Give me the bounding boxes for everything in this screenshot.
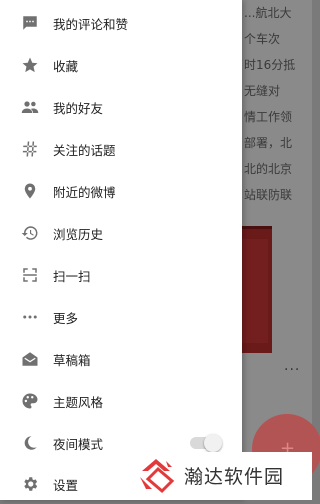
hashtag-icon	[20, 139, 40, 159]
night-mode-icon	[20, 433, 40, 453]
palette-icon	[20, 391, 40, 411]
drawer-item-label: 浏览历史	[53, 226, 104, 242]
watermark-logo-icon	[140, 459, 175, 494]
drawer-item-label: 我的好友	[53, 100, 104, 116]
drawer-item-label: 设置	[53, 477, 79, 493]
drawer-item-label: 夜间模式	[53, 436, 104, 452]
comment-icon	[20, 13, 40, 33]
feed-text-line: ...航北大	[244, 6, 292, 20]
feed-text-line: 部署，北	[244, 136, 293, 150]
drawer-item-label: 附近的微博	[53, 184, 116, 200]
toggle-knob	[204, 434, 222, 452]
feed-text-line: 站联防联	[244, 188, 293, 202]
feed-text-line: 情工作领	[244, 110, 293, 124]
scan-icon	[20, 265, 40, 285]
feed-image-card	[238, 226, 272, 353]
navigation-drawer: 我的评论和赞 收藏 我的好友 关注的话题 附近的微博 浏览历史 扫一扫 更多 草…	[0, 0, 242, 500]
drawer-item-drafts[interactable]: 草稿箱	[0, 339, 242, 379]
drawer-item-more[interactable]: 更多	[0, 297, 242, 337]
draft-box-icon	[20, 349, 40, 369]
feed-text-line: 无缝对	[244, 84, 281, 98]
history-icon	[20, 223, 40, 243]
drawer-item-label: 扫一扫	[53, 268, 91, 284]
drawer-item-label: 草稿箱	[53, 352, 91, 368]
drawer-item-label: 主题风格	[53, 394, 104, 410]
watermark-text: 瀚达软件园	[184, 466, 285, 488]
drawer-item-label: 我的评论和赞	[53, 16, 129, 32]
feed-text-line: 北的北京	[244, 162, 293, 176]
watermark: 瀚达软件园	[112, 452, 312, 500]
drawer-item-favorites[interactable]: 收藏	[0, 45, 242, 85]
feed-more-icon: ···	[284, 362, 301, 378]
background-article-text: ...航北大 个车次 时16分抵 无缝对 情工作领 部署，北 北的北京 站联防联	[244, 0, 312, 208]
gear-icon	[20, 474, 40, 494]
drawer-item-scan[interactable]: 扫一扫	[0, 255, 242, 295]
drawer-item-label: 关注的话题	[53, 142, 116, 158]
feed-text-line: 时16分抵	[244, 58, 296, 72]
star-icon	[20, 55, 40, 75]
drawer-item-comments-likes[interactable]: 我的评论和赞	[0, 3, 242, 43]
drawer-item-label: 更多	[53, 310, 79, 326]
drawer-item-nearby-weibo[interactable]: 附近的微博	[0, 171, 242, 211]
night-mode-toggle[interactable]	[190, 434, 222, 452]
drawer-item-label: 收藏	[53, 58, 79, 74]
more-dots-icon	[20, 307, 40, 327]
drawer-item-theme[interactable]: 主题风格	[0, 381, 242, 421]
people-icon	[20, 97, 40, 117]
feed-text-line: 个车次	[244, 32, 281, 46]
drawer-item-followed-topics[interactable]: 关注的话题	[0, 129, 242, 169]
drawer-item-browse-history[interactable]: 浏览历史	[0, 213, 242, 253]
location-pin-icon	[20, 181, 40, 201]
drawer-item-friends[interactable]: 我的好友	[0, 87, 242, 127]
